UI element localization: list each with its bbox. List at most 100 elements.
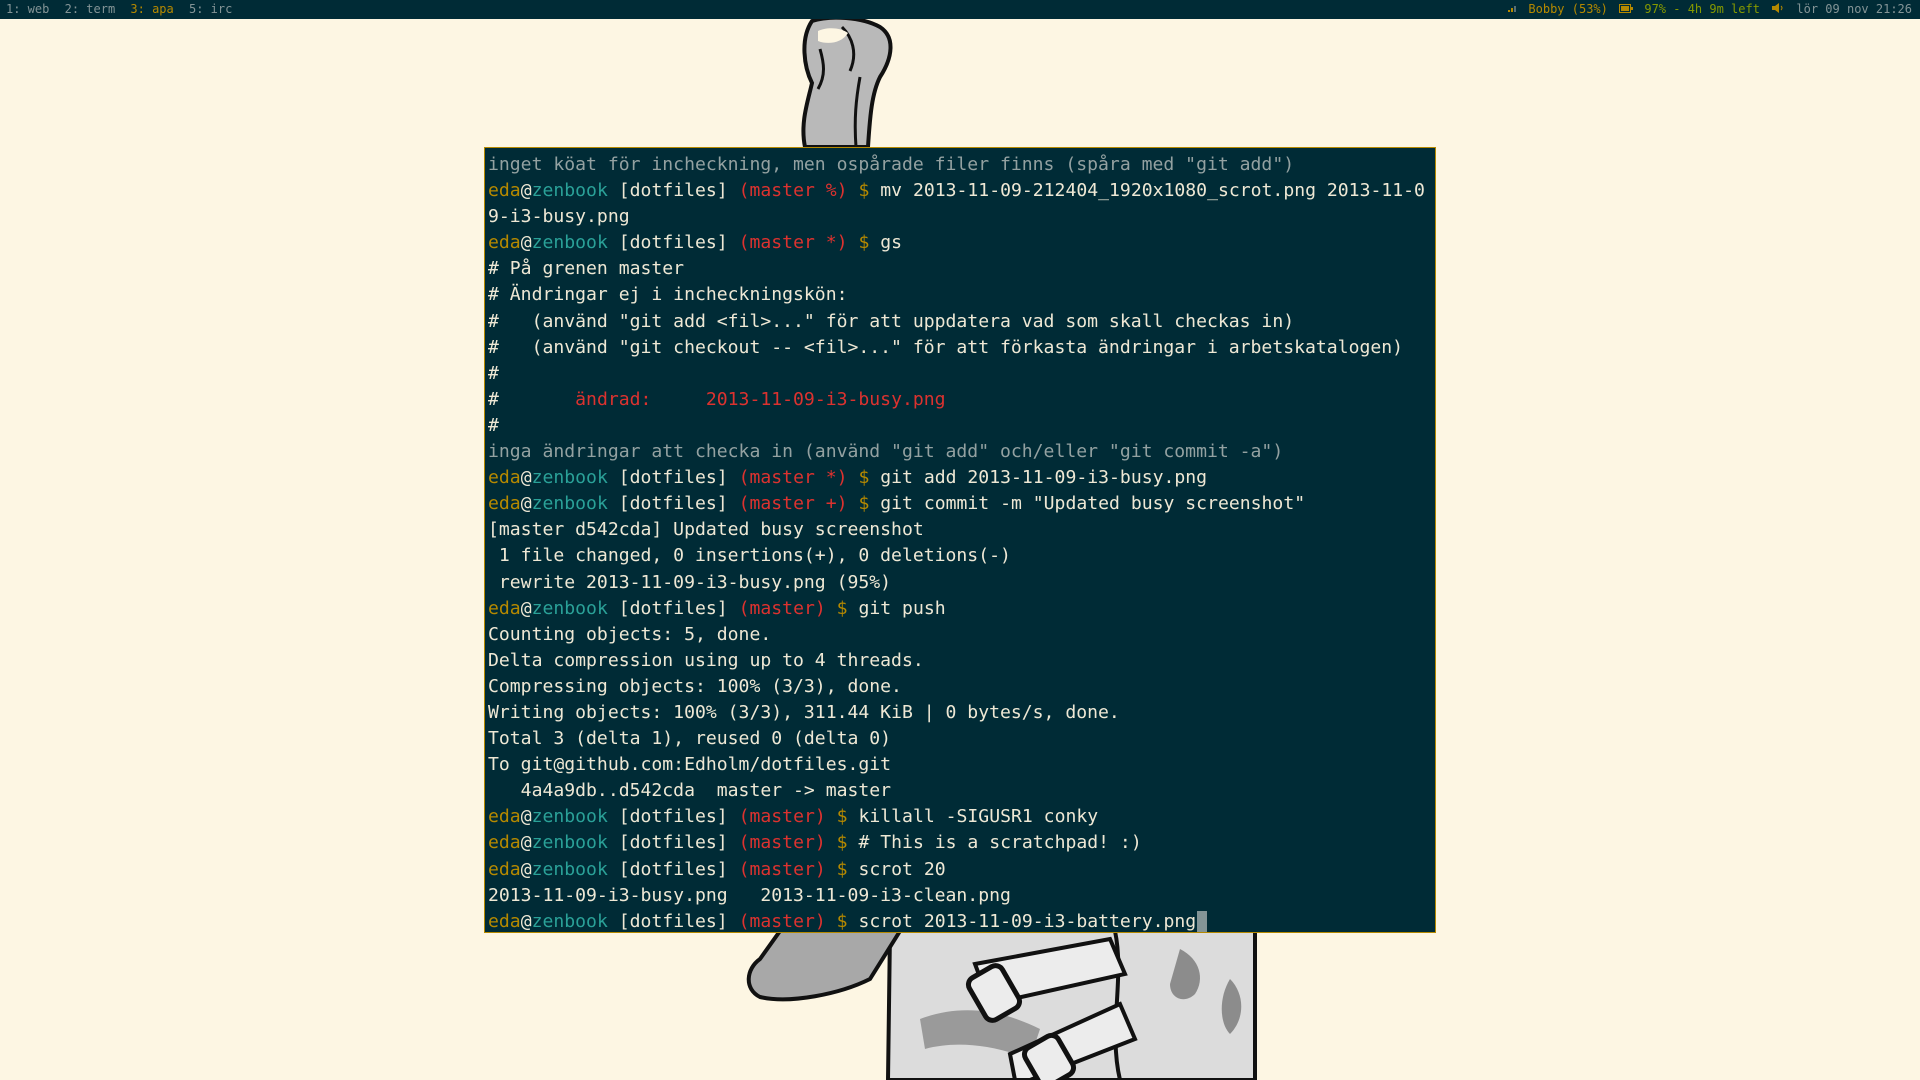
output-text: # — [488, 362, 499, 384]
status-area: Bobby (53%) 97% - 4h 9m left lör 09 nov … — [1503, 0, 1912, 19]
wifi-signal-icon — [1507, 2, 1524, 16]
prompt-user: eda — [488, 832, 521, 854]
workspace-3-active[interactable]: 3: apa — [130, 2, 173, 16]
clock-date: lör 09 nov 21:26 — [1796, 2, 1912, 16]
prompt-at: @ — [520, 180, 532, 202]
prompt-directory: [dotfiles] — [618, 858, 728, 880]
battery-status: 97% - 4h 9m left — [1644, 2, 1760, 16]
prompt-host: zenbook — [531, 832, 608, 854]
terminal-output-line: # — [488, 413, 1433, 439]
output-text: # På grenen master — [488, 258, 685, 280]
terminal-output-line: inga ändringar att checka in (använd "gi… — [488, 439, 1433, 465]
workspace-2[interactable]: 2: term — [65, 2, 116, 16]
prompt-git-branch: (master) — [738, 910, 826, 932]
output-text: 9-i3-busy.png — [488, 206, 630, 228]
i3-top-bar: 1: web 2: term 3: apa 5: irc Bobby (53%)… — [0, 0, 1920, 19]
prompt-directory: [dotfiles] — [618, 806, 728, 828]
prompt-at: @ — [520, 597, 532, 619]
prompt-at: @ — [520, 858, 532, 880]
prompt-git-branch: (master %) — [738, 180, 848, 202]
prompt-at: @ — [520, 832, 532, 854]
output-text: # — [488, 414, 499, 436]
terminal-prompt-line: eda@zenbook [dotfiles] (master *) $ git … — [488, 465, 1433, 491]
output-text: # (använd "git checkout -- <fil>..." för… — [488, 336, 1404, 358]
terminal-cursor — [1197, 910, 1208, 932]
prompt-symbol: $ — [836, 597, 848, 619]
terminal-output-line: Delta compression using up to 4 threads. — [488, 648, 1433, 674]
prompt-git-branch: (master) — [738, 597, 826, 619]
prompt-host: zenbook — [531, 493, 608, 515]
prompt-git-branch: (master) — [738, 806, 826, 828]
prompt-user: eda — [488, 232, 521, 254]
prompt-directory: [dotfiles] — [618, 832, 728, 854]
prompt-directory: [dotfiles] — [618, 493, 728, 515]
output-text: 2013-11-09-i3-busy.png 2013-11-09-i3-cle… — [488, 884, 1011, 906]
prompt-symbol: $ — [836, 910, 848, 932]
wallpaper-figure-arm — [801, 19, 893, 149]
output-text: Delta compression using up to 4 threads. — [488, 649, 924, 671]
terminal-prompt-line: eda@zenbook [dotfiles] (master) $ # This… — [488, 830, 1433, 856]
terminal-output-line: # ändrad: 2013-11-09-i3-busy.png — [488, 387, 1433, 413]
command-text: killall -SIGUSR1 conky — [858, 806, 1099, 828]
prompt-host: zenbook — [531, 597, 608, 619]
output-text: # (använd "git add <fil>..." för att upp… — [488, 310, 1295, 332]
terminal-prompt-line: eda@zenbook [dotfiles] (master) $ scrot … — [488, 909, 1433, 932]
terminal-output-line: Counting objects: 5, done. — [488, 622, 1433, 648]
terminal-output-line: [master d542cda] Updated busy screenshot — [488, 517, 1433, 543]
git-hint-text: inga ändringar att checka in (använd "gi… — [488, 441, 1284, 463]
command-text: git commit -m "Updated busy screenshot" — [880, 493, 1306, 515]
wallpaper-figure-body — [746, 929, 1257, 1080]
output-text: Total 3 (delta 1), reused 0 (delta 0) — [488, 728, 892, 750]
prompt-directory: [dotfiles] — [618, 597, 728, 619]
prompt-at: @ — [520, 910, 532, 932]
output-text: Counting objects: 5, done. — [488, 623, 772, 645]
terminal-output-line: To git@github.com:Edholm/dotfiles.git — [488, 752, 1433, 778]
prompt-git-branch: (master) — [738, 858, 826, 880]
prompt-user: eda — [488, 910, 521, 932]
terminal-output-line: # — [488, 361, 1433, 387]
terminal-output-line: inget köat för incheckning, men ospårade… — [488, 152, 1433, 178]
prompt-user: eda — [488, 858, 521, 880]
command-text: # This is a scratchpad! :) — [858, 832, 1142, 854]
output-text: rewrite 2013-11-09-i3-busy.png (95%) — [488, 571, 892, 593]
prompt-git-branch: (master) — [738, 832, 826, 854]
prompt-host: zenbook — [531, 806, 608, 828]
command-text: git add 2013-11-09-i3-busy.png — [880, 467, 1208, 489]
prompt-directory: [dotfiles] — [618, 180, 728, 202]
terminal-window[interactable]: inget köat för incheckning, men ospårade… — [484, 147, 1436, 933]
terminal-output-line: Writing objects: 100% (3/3), 311.44 KiB … — [488, 700, 1433, 726]
output-text: 1 file changed, 0 insertions(+), 0 delet… — [488, 545, 1011, 567]
output-text: Writing objects: 100% (3/3), 311.44 KiB … — [488, 701, 1120, 723]
prompt-at: @ — [520, 232, 532, 254]
output-text: [master d542cda] Updated busy screenshot — [488, 519, 924, 541]
prompt-symbol: $ — [858, 493, 870, 515]
output-text: # Ändringar ej i incheckningskön: — [488, 284, 848, 306]
prompt-host: zenbook — [531, 910, 608, 932]
command-text: scrot 2013-11-09-i3-battery.png — [858, 910, 1197, 932]
output-text: 4a4a9db..d542cda master -> master — [488, 780, 892, 802]
prompt-symbol: $ — [836, 858, 848, 880]
command-text: gs — [880, 232, 903, 254]
prompt-directory: [dotfiles] — [618, 910, 728, 932]
prompt-at: @ — [520, 493, 532, 515]
prompt-at: @ — [520, 467, 532, 489]
command-text: scrot 20 — [858, 858, 946, 880]
prompt-host: zenbook — [531, 467, 608, 489]
terminal-prompt-line: eda@zenbook [dotfiles] (master) $ killal… — [488, 804, 1433, 830]
prompt-git-branch: (master *) — [738, 232, 848, 254]
speaker-icon — [1771, 2, 1792, 16]
prompt-user: eda — [488, 180, 521, 202]
modified-file-entry: ändrad: 2013-11-09-i3-busy.png — [498, 388, 946, 410]
prompt-user: eda — [488, 806, 521, 828]
terminal-output-line: 1 file changed, 0 insertions(+), 0 delet… — [488, 543, 1433, 569]
terminal-output-line: # Ändringar ej i incheckningskön: — [488, 282, 1433, 308]
output-text: To git@github.com:Edholm/dotfiles.git — [488, 754, 892, 776]
workspace-1[interactable]: 1: web — [6, 2, 49, 16]
terminal-output: inget köat för incheckning, men ospårade… — [488, 152, 1433, 932]
terminal-output-line: # (använd "git checkout -- <fil>..." för… — [488, 335, 1433, 361]
prompt-symbol: $ — [858, 467, 870, 489]
prompt-git-branch: (master *) — [738, 467, 848, 489]
workspace-5[interactable]: 5: irc — [189, 2, 232, 16]
prompt-host: zenbook — [531, 232, 608, 254]
prompt-user: eda — [488, 597, 521, 619]
